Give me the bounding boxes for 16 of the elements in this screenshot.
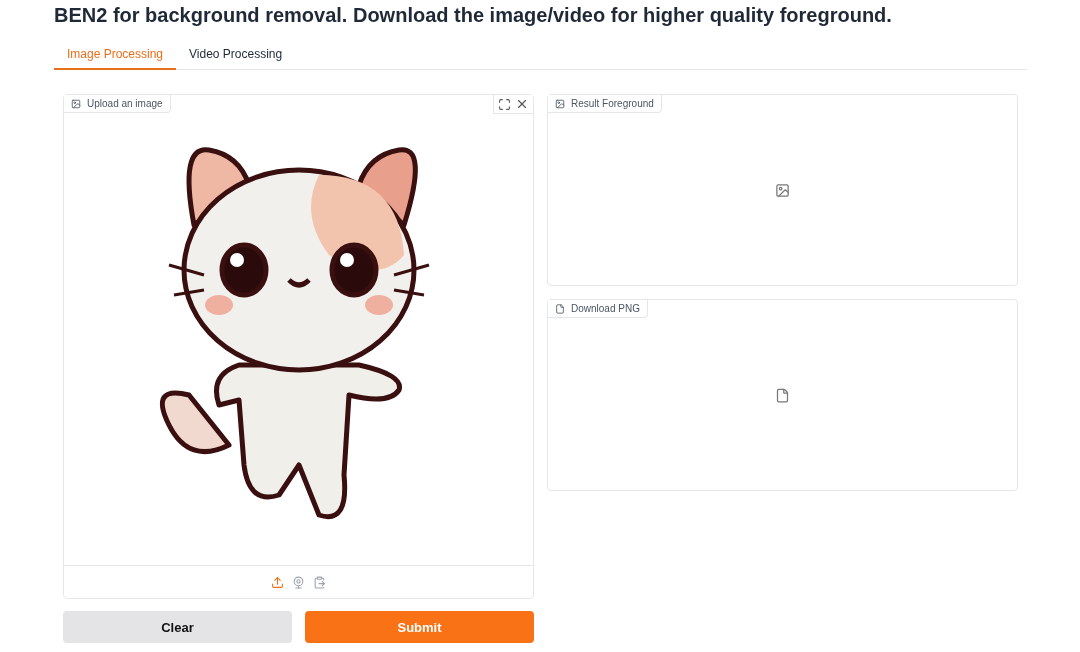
action-button[interactable]: Clear: [63, 611, 292, 643]
webcam-button[interactable]: [291, 574, 306, 590]
file-icon: [775, 387, 790, 403]
panel-label-text: Download PNG: [571, 303, 640, 314]
image-icon: [775, 182, 790, 198]
panel-label-text: Upload an image: [87, 98, 163, 109]
image-icon: [71, 98, 81, 109]
upload-button[interactable]: [270, 574, 285, 590]
tab[interactable]: Video Processing: [176, 41, 296, 70]
clipboard-button[interactable]: [312, 574, 327, 590]
image-icon: [555, 98, 565, 109]
panel-label-text: Result Foreground: [571, 98, 654, 109]
page-heading: BEN2 for background removal. Download the image/video for higher quality foreground.: [54, 4, 893, 27]
file-icon: [555, 303, 565, 314]
fullscreen-icon[interactable]: [498, 97, 511, 111]
close-icon[interactable]: [515, 97, 529, 111]
